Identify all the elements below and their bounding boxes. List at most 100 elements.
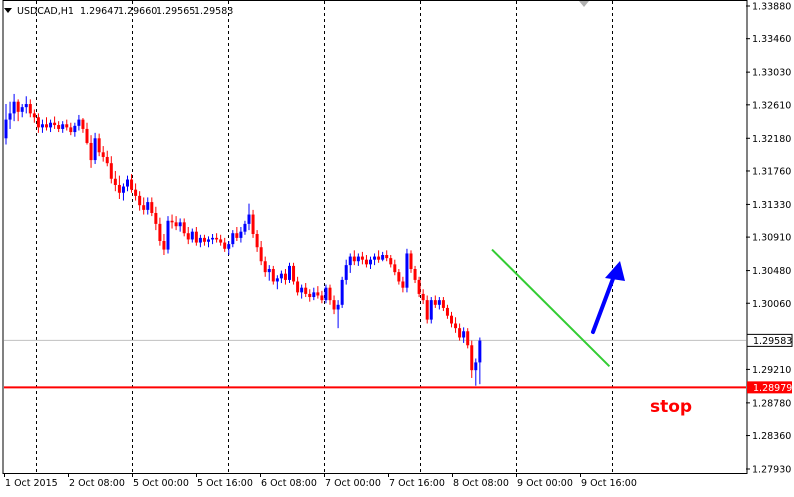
- candle-body: [117, 184, 121, 193]
- stop-price-tag-label: 1.28979: [753, 383, 792, 394]
- arrow-up-right-icon: [591, 261, 625, 334]
- candle: [292, 262, 296, 285]
- candle-body: [462, 331, 466, 338]
- candle-body: [61, 124, 65, 129]
- candle-body: [69, 127, 73, 133]
- candle-body: [166, 220, 170, 250]
- candle: [154, 206, 158, 231]
- candle-body: [454, 323, 458, 329]
- descending-trendline[interactable]: [491, 248, 611, 367]
- candle-body: [279, 273, 283, 279]
- time-axis: 1 Oct 2015 2 Oct 08:00 5 Oct 00:00 5 Oct 16…: [4, 473, 637, 489]
- candle-body: [12, 101, 16, 114]
- time-tick-label: 9 Oct 00:00: [517, 478, 573, 489]
- candle-body: [170, 220, 174, 223]
- candle: [352, 250, 356, 266]
- candle-body: [304, 287, 308, 294]
- candle: [393, 259, 397, 276]
- candle: [324, 284, 328, 304]
- candle-body: [215, 237, 219, 240]
- candle: [409, 250, 413, 273]
- candle-body: [247, 214, 251, 224]
- candle: [251, 209, 255, 238]
- triangle-down-icon[interactable]: [4, 8, 12, 13]
- candle-body: [182, 222, 186, 234]
- candle-body: [235, 233, 239, 238]
- candle: [336, 300, 340, 329]
- candle: [458, 323, 462, 341]
- candle: [182, 218, 186, 237]
- candle: [57, 121, 61, 133]
- candle-body: [20, 107, 24, 112]
- candle: [198, 234, 202, 248]
- price-tick-label: 1.28360: [752, 431, 791, 442]
- candle-body: [109, 163, 113, 179]
- candle: [142, 197, 146, 215]
- candle-body: [81, 119, 85, 129]
- candle-body: [316, 292, 320, 296]
- candle: [45, 117, 48, 131]
- price-tick-label: 1.28780: [752, 398, 791, 409]
- candle-body: [381, 255, 385, 260]
- candle-body: [352, 256, 356, 262]
- chart-window: USDCAD,H1 1.29647 1.29660 1.29565 1.2958…: [0, 0, 794, 493]
- candle: [162, 233, 166, 256]
- candle: [150, 197, 154, 217]
- candle: [279, 270, 283, 284]
- candle: [255, 230, 259, 252]
- candle: [381, 251, 385, 262]
- candle: [328, 284, 332, 305]
- candle-body: [275, 278, 279, 282]
- price-tick-label: 1.27930: [752, 465, 791, 476]
- candle-body: [85, 128, 89, 143]
- horizontal-level-lines: [4, 339, 746, 389]
- candle-body: [73, 125, 77, 133]
- candle-body: [211, 237, 215, 240]
- symbol-label: USDCAD,H1: [17, 6, 74, 17]
- candle-body: [101, 152, 105, 157]
- candle-body: [405, 253, 409, 288]
- plot-frame: [2, 0, 748, 474]
- price-tick-label: 1.33030: [752, 68, 791, 79]
- candle-body: [364, 259, 368, 265]
- candle-body: [385, 255, 389, 259]
- time-tick-label: 5 Oct 00:00: [133, 478, 189, 489]
- candle: [113, 170, 117, 192]
- candle: [429, 297, 433, 324]
- candle-body: [28, 104, 32, 114]
- candle-body: [113, 178, 117, 185]
- candle-body: [178, 222, 182, 227]
- candle: [227, 241, 231, 256]
- candle: [474, 358, 478, 386]
- candle: [450, 311, 453, 328]
- candle: [211, 233, 215, 245]
- chart-annotations: [491, 248, 625, 367]
- price-tick-label: 1.29210: [752, 365, 791, 376]
- candle-body: [36, 117, 40, 128]
- candle-body: [126, 179, 129, 187]
- candle-body: [409, 253, 413, 270]
- candle-body: [186, 233, 190, 240]
- time-tick-label: 1 Oct 2015: [5, 478, 58, 489]
- price-tick-label: 1.30480: [752, 266, 791, 277]
- candle-body: [393, 264, 397, 273]
- chart-shift-marker-icon[interactable]: [579, 1, 589, 7]
- candle: [28, 99, 32, 118]
- candle: [470, 340, 474, 378]
- candle: [109, 156, 113, 184]
- candle: [263, 256, 267, 277]
- candle-body: [441, 300, 445, 308]
- candle-body: [239, 231, 243, 238]
- candle: [117, 175, 121, 199]
- vertical-gridlines: [36, 1, 613, 472]
- stop-label: stop: [650, 397, 692, 417]
- candle: [385, 250, 389, 262]
- price-chart[interactable]: USDCAD,H1 1.29647 1.29660 1.29565 1.2958…: [0, 0, 794, 493]
- candle: [369, 256, 372, 270]
- candle: [267, 265, 271, 281]
- candle: [215, 233, 219, 243]
- candle-body: [389, 258, 393, 265]
- candle-body: [174, 222, 178, 227]
- candle: [466, 328, 470, 349]
- candle-body: [296, 281, 300, 293]
